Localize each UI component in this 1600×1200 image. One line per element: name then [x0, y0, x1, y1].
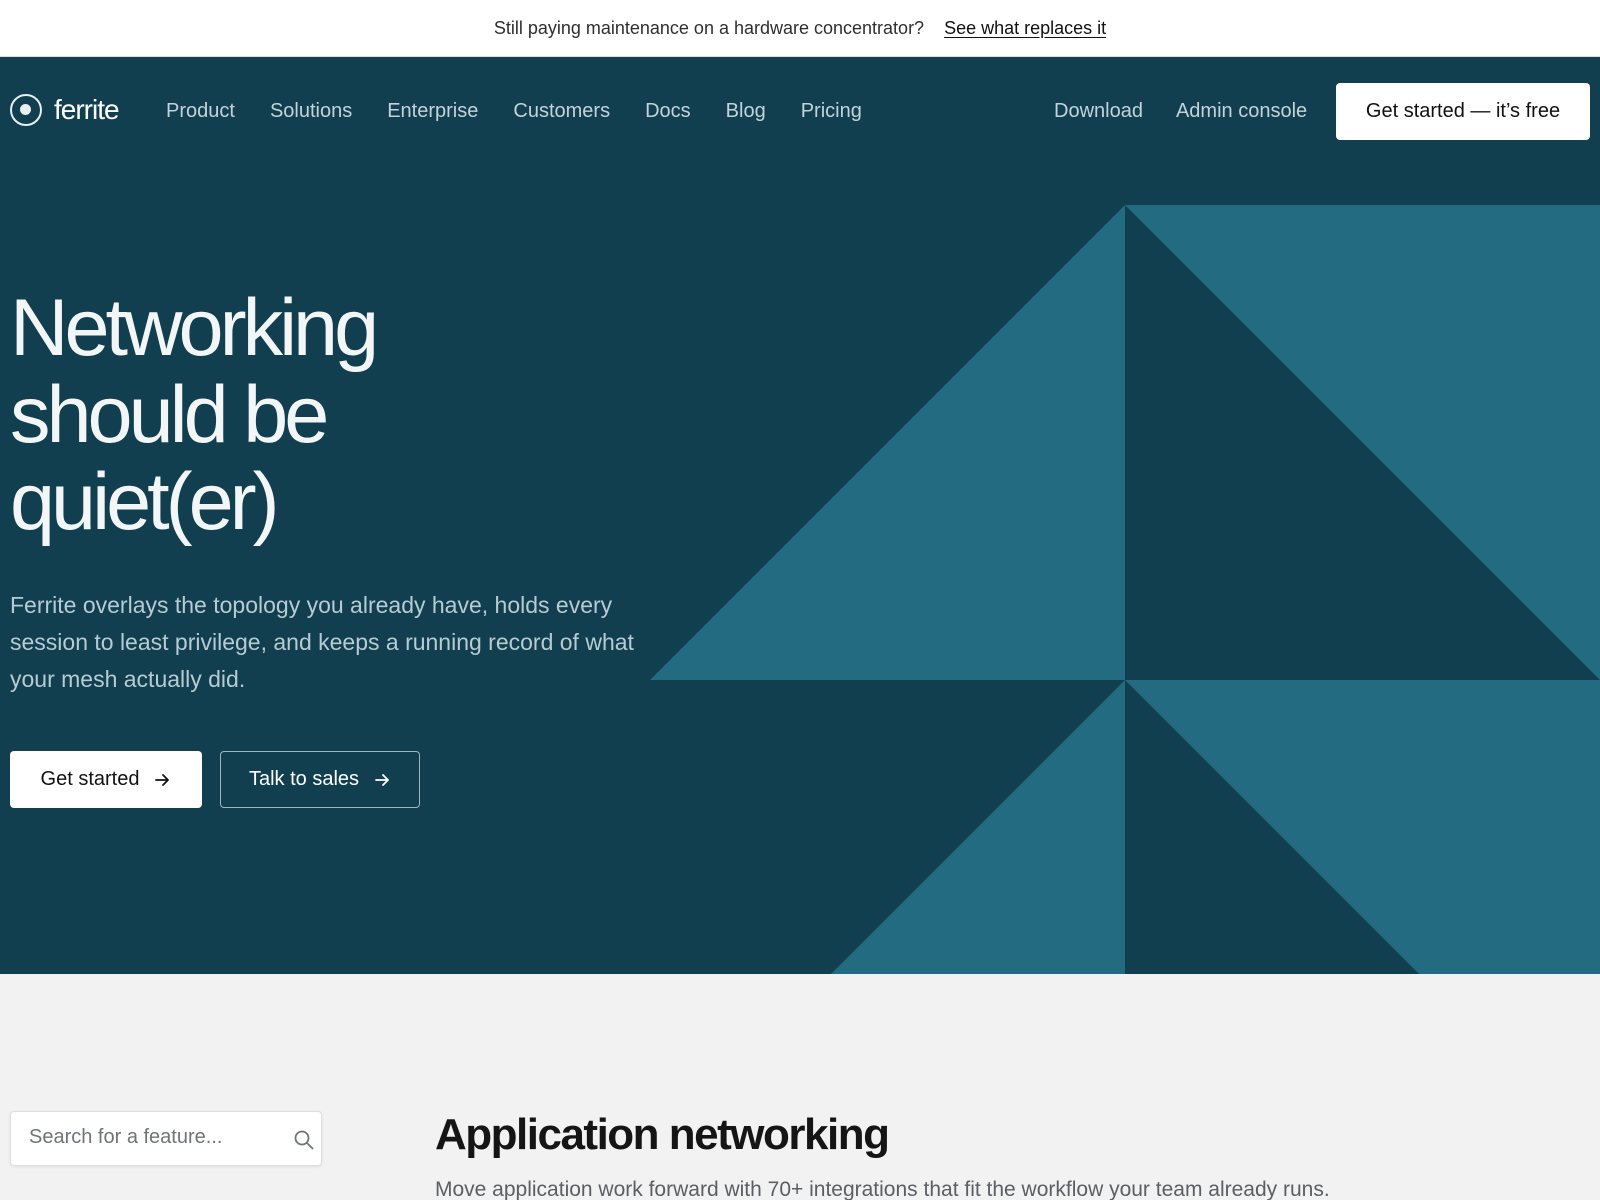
nav-blog[interactable]: Blog: [726, 100, 766, 123]
nav-solutions[interactable]: Solutions: [270, 100, 352, 123]
section-subtitle: Move application work forward with 70+ i…: [435, 1178, 1330, 1200]
feature-search-input[interactable]: [29, 1126, 269, 1149]
ring-dot-logo-icon: [10, 94, 42, 126]
arrow-right-icon: [375, 773, 389, 786]
nav-pricing[interactable]: Pricing: [801, 100, 862, 123]
nav-enterprise[interactable]: Enterprise: [387, 100, 478, 123]
search-icon[interactable]: [293, 1129, 315, 1151]
section-title: Application networking: [435, 1110, 890, 1159]
brand-name: ferrite: [54, 94, 120, 125]
hero-lede: Ferrite overlays the topology you alread…: [10, 592, 634, 692]
talk-to-sales-button[interactable]: Talk to sales: [220, 751, 420, 808]
nav-product[interactable]: Product: [166, 100, 235, 123]
nav-customers[interactable]: Customers: [513, 100, 610, 123]
nav-admin-console[interactable]: Admin console: [1176, 100, 1307, 123]
brand-logo[interactable]: ferrite: [10, 94, 120, 126]
announcement-bar: Still paying maintenance on a hardware c…: [0, 0, 1600, 57]
feature-search: [10, 1111, 322, 1166]
nav-download[interactable]: Download: [1054, 100, 1143, 123]
get-started-button[interactable]: Get started: [10, 751, 202, 808]
announcement-text: Still paying maintenance on a hardware c…: [493, 17, 925, 38]
announcement-link[interactable]: See what replaces it: [944, 18, 1106, 39]
headline-line-2: should be: [10, 370, 329, 460]
talk-to-sales-label: Talk to sales: [248, 768, 360, 790]
arrow-right-icon: [155, 773, 170, 786]
art-triangle-upper-left: [650, 205, 1125, 680]
headline-line-3: quiet(er): [10, 457, 280, 547]
primary-nav: Product Solutions Enterprise Customers D…: [166, 100, 862, 123]
hero-headline: Networking should be quiet(er): [10, 285, 570, 546]
headline-line-1: Networking: [10, 283, 379, 373]
nav-docs[interactable]: Docs: [645, 100, 691, 123]
get-started-label: Get started: [40, 768, 140, 790]
secondary-nav: Download Admin console: [1054, 100, 1307, 123]
hero-section: ferrite Product Solutions Enterprise Cus…: [0, 57, 1600, 974]
art-triangle-lower-left: [831, 680, 1125, 974]
get-started-free-button[interactable]: Get started — it’s free: [1336, 83, 1590, 140]
top-navigation: ferrite Product Solutions Enterprise Cus…: [0, 57, 1600, 167]
